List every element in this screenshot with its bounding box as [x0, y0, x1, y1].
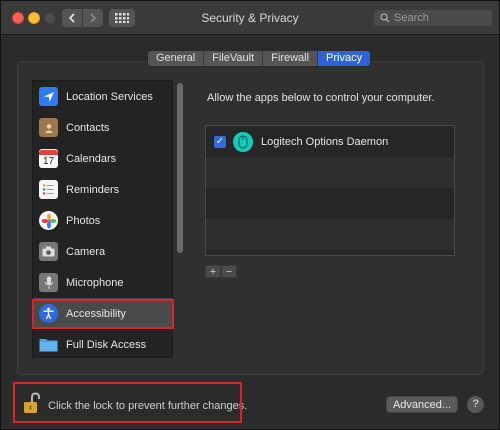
- calendar-icon: 17: [39, 149, 58, 168]
- photos-flower-icon: [39, 211, 58, 230]
- add-remove-controls: + −: [205, 265, 237, 278]
- folder-icon: [39, 335, 58, 354]
- list-item-empty: [206, 157, 454, 188]
- sidebar-item-microphone[interactable]: Microphone: [33, 267, 172, 298]
- grid-icon: [115, 13, 129, 23]
- list-item-empty: [206, 188, 454, 219]
- sidebar-item-label: Reminders: [66, 183, 120, 196]
- list-item-empty: [206, 219, 454, 250]
- remove-app-button[interactable]: −: [221, 265, 237, 278]
- app-list: ✓ Logitech Options Daemon: [205, 125, 455, 256]
- sidebar-item-calendars[interactable]: 17 Calendars: [33, 143, 172, 174]
- sidebar-item-label: Photos: [66, 214, 101, 227]
- tab-bar: General FileVault Firewall Privacy: [147, 50, 372, 67]
- chevron-right-icon: [90, 13, 97, 23]
- reminders-list-icon: [39, 180, 58, 199]
- list-item[interactable]: ✓ Logitech Options Daemon: [206, 126, 454, 157]
- tab-filevault[interactable]: FileVault: [204, 51, 264, 66]
- lock-icon[interactable]: [23, 392, 41, 414]
- search-icon: [380, 13, 390, 23]
- app-enabled-checkbox[interactable]: ✓: [214, 135, 226, 148]
- tab-privacy[interactable]: Privacy: [318, 51, 371, 66]
- search-field[interactable]: [373, 9, 493, 27]
- sidebar-item-label: Accessibility: [66, 307, 126, 320]
- microphone-icon: [39, 273, 58, 292]
- sidebar-item-camera[interactable]: Camera: [33, 236, 172, 267]
- allow-apps-description: Allow the apps below to control your com…: [207, 92, 435, 104]
- location-arrow-icon: [39, 87, 58, 106]
- sidebar-item-reminders[interactable]: Reminders: [33, 174, 172, 205]
- sidebar-item-photos[interactable]: Photos: [33, 205, 172, 236]
- search-input[interactable]: [394, 12, 484, 24]
- app-name: Logitech Options Daemon: [261, 135, 389, 148]
- title-bar: Security & Privacy: [1, 1, 499, 35]
- chevron-left-icon: [68, 13, 75, 23]
- sidebar-item-label: Full Disk Access: [66, 338, 147, 351]
- tab-firewall[interactable]: Firewall: [263, 51, 319, 66]
- contacts-book-icon: [39, 118, 58, 137]
- security-privacy-window: Security & Privacy General FileVault Fir…: [0, 0, 500, 430]
- advanced-button[interactable]: Advanced...: [386, 396, 458, 413]
- show-all-button[interactable]: [109, 9, 135, 27]
- sidebar-item-contacts[interactable]: Contacts: [33, 112, 172, 143]
- sidebar-item-full-disk-access[interactable]: Full Disk Access: [33, 329, 172, 357]
- sidebar-scrollbar[interactable]: [177, 83, 183, 253]
- accessibility-icon: [39, 304, 58, 323]
- sidebar-item-label: Contacts: [66, 121, 110, 134]
- sidebar-item-label: Camera: [66, 245, 106, 258]
- privacy-category-list[interactable]: Location Services Contacts 17 Calendars: [32, 80, 173, 358]
- forward-button[interactable]: [83, 9, 103, 27]
- minimize-window-button[interactable]: [28, 12, 40, 24]
- lock-status-text: Click the lock to prevent further change…: [48, 400, 248, 412]
- sidebar-item-accessibility[interactable]: Accessibility: [33, 298, 172, 329]
- camera-icon: [39, 242, 58, 261]
- add-app-button[interactable]: +: [205, 265, 221, 278]
- sidebar-item-location-services[interactable]: Location Services: [33, 81, 172, 112]
- sidebar-item-label: Calendars: [66, 152, 117, 165]
- tab-general[interactable]: General: [148, 51, 205, 66]
- back-button[interactable]: [62, 9, 82, 27]
- zoom-window-button[interactable]: [44, 12, 56, 24]
- sidebar-item-label: Location Services: [66, 90, 153, 103]
- help-button[interactable]: ?: [467, 396, 484, 413]
- logitech-mouse-icon: [233, 131, 253, 152]
- close-window-button[interactable]: [12, 12, 24, 24]
- sidebar-item-label: Microphone: [66, 276, 124, 289]
